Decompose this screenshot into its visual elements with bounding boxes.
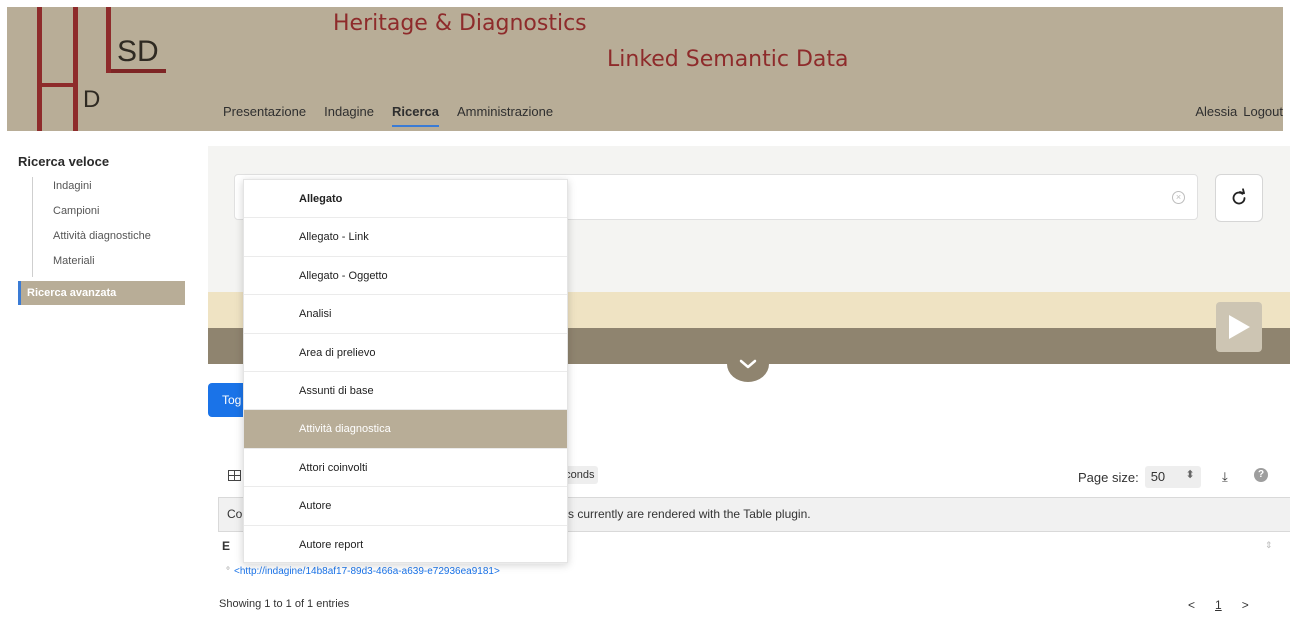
nav-amministrazione[interactable]: Amministrazione xyxy=(457,104,553,127)
dropdown-option[interactable]: Allegato - Link xyxy=(244,218,567,257)
table-icon[interactable] xyxy=(228,470,241,481)
chevron-down-icon xyxy=(739,359,757,369)
dropdown-option[interactable]: Assunti di base xyxy=(244,372,567,411)
pager-next[interactable]: > xyxy=(1242,598,1249,612)
sidebar-item-campioni[interactable]: Campioni xyxy=(53,202,185,227)
entries-info: Showing 1 to 1 of 1 entries xyxy=(219,598,350,610)
main-nav: Presentazione Indagine Ricerca Amministr… xyxy=(223,104,553,127)
result-link[interactable]: <http://indagine/14b8af17-89d3-466a-a639… xyxy=(234,566,500,577)
sidebar-submenu: Indagini Campioni Attività diagnostiche … xyxy=(32,177,185,277)
nav-ricerca[interactable]: Ricerca xyxy=(392,104,439,127)
page-size-label: Page size: xyxy=(1078,469,1139,485)
app-title-line2: Linked Semantic Data xyxy=(607,47,849,72)
play-icon xyxy=(1229,315,1250,339)
expand-button[interactable] xyxy=(727,346,769,382)
pager-page-1[interactable]: 1 xyxy=(1215,598,1222,612)
hdlsd-logo[interactable]: SD D xyxy=(7,7,207,131)
dropdown-option[interactable]: Area di prelievo xyxy=(244,334,567,372)
sidebar-item-indagini[interactable]: Indagini xyxy=(53,177,185,202)
user-name[interactable]: Alessia xyxy=(1195,104,1237,119)
nav-presentazione[interactable]: Presentazione xyxy=(223,104,306,127)
user-area: Alessia Logout xyxy=(1195,104,1283,119)
app-title-line1: Heritage & Diagnostics xyxy=(333,11,587,36)
pager-prev[interactable]: < xyxy=(1188,598,1195,612)
help-icon[interactable]: ? xyxy=(1254,468,1268,482)
page-size-control: Page size: 50 ⬍ xyxy=(1078,466,1201,488)
nav-indagine[interactable]: Indagine xyxy=(324,104,374,127)
dropdown-option[interactable]: Analisi xyxy=(244,295,567,334)
dropdown-option[interactable]: Allegato - Oggetto xyxy=(244,257,567,296)
clear-circle-icon[interactable]: × xyxy=(1172,191,1185,204)
run-query-button[interactable] xyxy=(1216,302,1262,352)
pagination: < 1 > xyxy=(1188,598,1249,612)
refresh-button[interactable] xyxy=(1215,174,1263,222)
dropdown-option[interactable]: Attività diagnostica xyxy=(244,410,567,449)
refresh-icon xyxy=(1232,188,1246,205)
logout-link[interactable]: Logout xyxy=(1243,104,1283,119)
column-header[interactable]: E xyxy=(222,539,230,553)
class-dropdown-list: Allegato Allegato - Link Allegato - Ogge… xyxy=(243,179,568,564)
sidebar-item-ricerca-avanzata[interactable]: Ricerca avanzata xyxy=(18,281,185,305)
page-size-select[interactable]: 50 ⬍ xyxy=(1144,466,1201,488)
app-header: SD D Heritage & Diagnostics Linked Seman… xyxy=(7,7,1283,131)
sidebar-item-materiali[interactable]: Materiali xyxy=(53,252,185,277)
logo-d: D xyxy=(83,86,100,113)
select-arrows-icon: ⬍ xyxy=(1185,469,1195,481)
notice-tail: s currently are rendered with the Table … xyxy=(568,507,811,521)
sidebar-heading[interactable]: Ricerca veloce xyxy=(18,154,185,169)
row-marker: ° xyxy=(226,566,230,577)
dropdown-option[interactable]: Allegato xyxy=(244,180,567,219)
sidebar: Ricerca veloce Indagini Campioni Attivit… xyxy=(18,154,185,305)
notice-start: Co xyxy=(227,507,243,521)
download-icon[interactable]: ⤓ xyxy=(1222,469,1228,485)
dropdown-option[interactable]: Autore report xyxy=(244,526,567,564)
page-size-value: 50 xyxy=(1150,469,1166,484)
sort-icon[interactable]: ⇕ xyxy=(1265,540,1273,551)
dropdown-option[interactable]: Attori coinvolti xyxy=(244,449,567,488)
sidebar-item-attivita[interactable]: Attività diagnostiche xyxy=(53,227,185,252)
logo-sd: SD xyxy=(117,35,159,68)
toggle-button[interactable]: Tog xyxy=(208,383,248,417)
table-row: ° <http://indagine/14b8af17-89d3-466a-a63… xyxy=(226,566,500,577)
dropdown-option[interactable]: Autore xyxy=(244,487,567,526)
